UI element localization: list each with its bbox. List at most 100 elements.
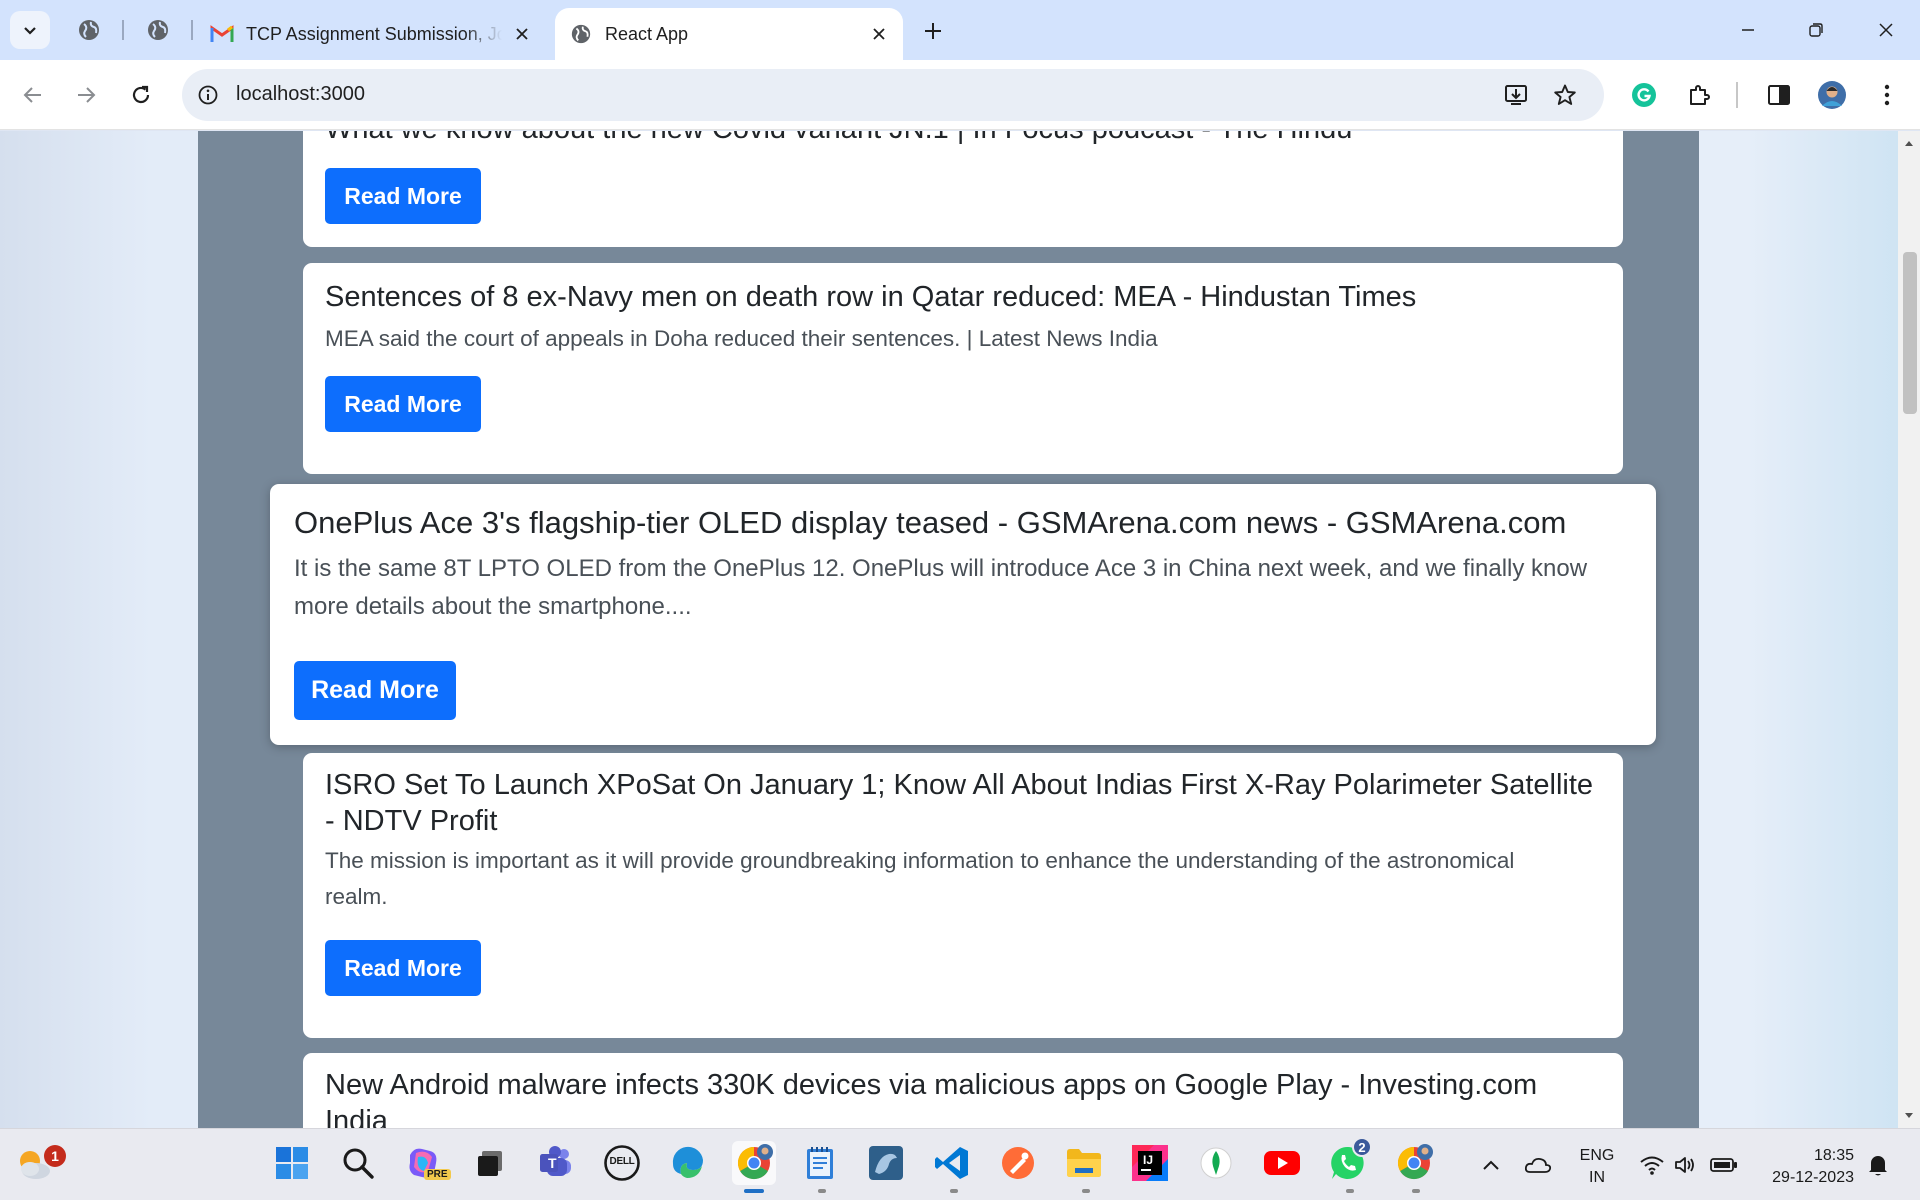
forward-button[interactable] (68, 77, 104, 113)
youtube-button[interactable] (1260, 1141, 1304, 1185)
mongodb-icon (1200, 1147, 1232, 1179)
notifications-icon[interactable] (1864, 1151, 1892, 1179)
running-indicator-active (744, 1189, 764, 1193)
minimize-icon (1742, 29, 1754, 31)
read-more-button[interactable]: Read More (294, 661, 456, 720)
whatsapp-button[interactable]: 2 (1326, 1137, 1372, 1185)
gmail-icon (210, 22, 234, 46)
mongodb-compass-button[interactable] (1194, 1141, 1238, 1185)
show-hidden-icons-button[interactable] (1477, 1151, 1505, 1179)
search-icon (343, 1148, 374, 1179)
tab-title: TCP Assignment Submission, Jo (246, 23, 502, 44)
weather-widget[interactable]: 1 (12, 1141, 66, 1187)
news-card-hovered[interactable]: OnePlus Ace 3's flagship-tier OLED displ… (270, 484, 1656, 745)
bookmark-star-icon[interactable] (1550, 81, 1580, 109)
globe-icon (569, 22, 593, 46)
page-scrollbar[interactable] (1898, 131, 1920, 1128)
vscode-button[interactable] (930, 1141, 974, 1185)
grammarly-extension-button[interactable] (1626, 77, 1662, 113)
notification-badge: 1 (44, 1145, 66, 1167)
restore-icon (1809, 23, 1823, 37)
chrome-button[interactable] (1392, 1141, 1436, 1185)
avatar (1818, 81, 1846, 109)
page-viewport: What we know about the new Covid variant… (0, 131, 1898, 1128)
mysql-workbench-button[interactable] (864, 1141, 908, 1185)
side-panel-button[interactable] (1761, 77, 1797, 113)
site-info-icon[interactable] (194, 81, 222, 109)
onedrive-icon[interactable] (1524, 1151, 1552, 1179)
news-card: ISRO Set To Launch XPoSat On January 1; … (303, 753, 1623, 1038)
battery-icon[interactable] (1710, 1151, 1738, 1179)
tab-separator (191, 20, 193, 40)
close-icon (1879, 23, 1893, 37)
minimize-button[interactable] (1726, 12, 1770, 48)
chrome-icon (1397, 1144, 1433, 1180)
chrome-button-active[interactable] (732, 1141, 776, 1185)
mysql-workbench-icon (869, 1146, 903, 1180)
address-bar[interactable]: localhost:3000 (182, 69, 1604, 121)
news-card: New Android malware infects 330K devices… (303, 1053, 1623, 1128)
close-window-button[interactable] (1864, 12, 1908, 48)
restore-button[interactable] (1794, 12, 1838, 48)
close-tab-icon[interactable] (867, 22, 891, 46)
read-more-button[interactable]: Read More (325, 168, 481, 224)
browser-menu-button[interactable] (1869, 77, 1905, 113)
scroll-down-arrow[interactable] (1898, 1106, 1920, 1126)
read-more-button[interactable]: Read More (325, 376, 481, 432)
read-more-button[interactable]: Read More (325, 940, 481, 996)
scroll-up-arrow[interactable] (1898, 133, 1920, 153)
pinned-tab-2[interactable] (142, 14, 174, 46)
copilot-button[interactable]: PRE (402, 1141, 451, 1185)
start-button[interactable] (270, 1141, 314, 1185)
clock-time: 18:35 (1813, 1147, 1854, 1164)
postman-button[interactable] (996, 1141, 1040, 1185)
arrow-left-icon (23, 87, 41, 103)
pinned-tab-1[interactable] (73, 14, 105, 46)
profile-button[interactable] (1814, 77, 1850, 113)
grammarly-icon (1632, 83, 1656, 107)
more-vertical-icon (1884, 84, 1890, 106)
intellij-button[interactable]: IJ (1128, 1141, 1172, 1185)
teams-button[interactable]: T (534, 1141, 578, 1185)
reload-button[interactable] (123, 77, 159, 113)
news-description: MEA said the court of appeals in Doha re… (325, 326, 1158, 351)
install-app-icon[interactable] (1502, 81, 1532, 109)
tab-react-app[interactable]: React App (555, 8, 903, 60)
back-button[interactable] (15, 77, 51, 113)
chevron-down-icon (24, 27, 36, 35)
file-explorer-button[interactable] (1062, 1141, 1106, 1185)
new-tab-button[interactable] (916, 14, 950, 48)
notepad-icon (807, 1147, 833, 1179)
url-text[interactable]: localhost:3000 (236, 83, 365, 106)
news-title: Sentences of 8 ex-Navy men on death row … (325, 281, 1417, 313)
clock[interactable]: 18:35 29-12-2023 (1758, 1145, 1854, 1189)
language-indicator[interactable]: ENG IN (1575, 1145, 1619, 1189)
reload-icon (132, 85, 150, 104)
scrollbar-thumb[interactable] (1903, 252, 1917, 414)
news-title: What we know about the new Covid variant… (325, 131, 1595, 147)
running-indicator (1412, 1189, 1420, 1193)
task-view-icon (478, 1151, 502, 1176)
news-title: OnePlus Ace 3's flagship-tier OLED displ… (294, 505, 1567, 540)
news-description: The mission is important as it will prov… (325, 848, 1515, 909)
teams-letter: T (548, 1155, 557, 1171)
clock-date: 29-12-2023 (1772, 1169, 1854, 1186)
region-code: IN (1589, 1169, 1605, 1186)
news-card: Sentences of 8 ex-Navy men on death row … (303, 263, 1623, 474)
tab-search-button[interactable] (10, 11, 50, 49)
close-tab-icon[interactable] (510, 22, 534, 46)
running-indicator (950, 1189, 958, 1193)
dell-button[interactable]: DELL (600, 1141, 644, 1185)
task-view-button[interactable] (468, 1141, 512, 1185)
notepad-button[interactable] (798, 1141, 842, 1185)
volume-icon[interactable] (1672, 1151, 1700, 1179)
extensions-button[interactable] (1681, 77, 1717, 113)
search-button[interactable] (336, 1141, 380, 1185)
tab-separator (122, 20, 124, 40)
windows-logo-icon (276, 1147, 308, 1179)
edge-button[interactable] (666, 1141, 710, 1185)
browser-toolbar: localhost:3000 (0, 60, 1920, 130)
tab-gmail[interactable]: TCP Assignment Submission, Jo (196, 8, 546, 60)
news-description: It is the same 8T LPTO OLED from the One… (294, 555, 1588, 620)
wifi-icon[interactable] (1638, 1151, 1666, 1179)
